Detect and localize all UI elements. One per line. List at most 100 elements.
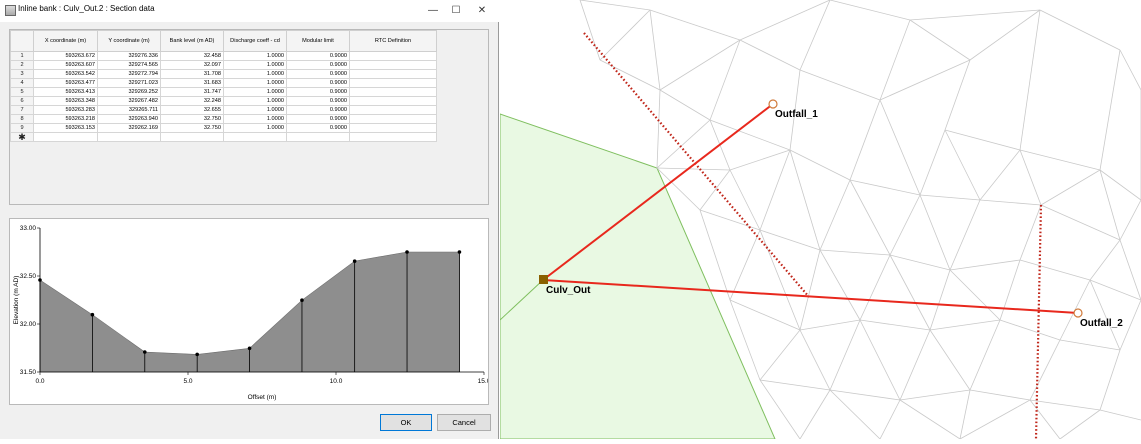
cell-rtc-definition[interactable] [349, 87, 437, 97]
outfall-1-node[interactable] [768, 99, 778, 109]
cell-rtc-definition[interactable] [349, 60, 437, 70]
row-number[interactable]: 8 [10, 114, 34, 124]
cell-discharge-coeff[interactable]: 1.0000 [223, 105, 287, 115]
empty-cell[interactable] [349, 132, 437, 142]
new-row-marker[interactable]: ✱ [10, 132, 34, 142]
close-icon[interactable]: ✕ [469, 0, 495, 20]
cell-x[interactable]: 593263.218 [33, 114, 98, 124]
cell-x[interactable]: 593263.413 [33, 87, 98, 97]
cell-y[interactable]: 329271.023 [97, 78, 161, 88]
new-row[interactable]: ✱ [10, 132, 437, 142]
cell-x[interactable]: 593263.477 [33, 78, 98, 88]
column-header-bank-level[interactable]: Bank level (m AD) [160, 30, 224, 52]
empty-cell[interactable] [33, 132, 98, 142]
cell-modular-limit[interactable]: 0.9000 [286, 51, 350, 61]
row-number[interactable]: 6 [10, 96, 34, 106]
row-number[interactable]: 7 [10, 105, 34, 115]
cell-x[interactable]: 593263.283 [33, 105, 98, 115]
cell-x[interactable]: 593263.542 [33, 69, 98, 79]
cell-discharge-coeff[interactable]: 1.0000 [223, 87, 287, 97]
cell-rtc-definition[interactable] [349, 78, 437, 88]
empty-cell[interactable] [160, 132, 224, 142]
table-row[interactable]: 4 593263.477 329271.023 31.683 1.0000 0.9000 [10, 78, 437, 88]
cell-modular-limit[interactable]: 0.9000 [286, 105, 350, 115]
column-header-y[interactable]: Y coordinate (m) [97, 30, 161, 52]
cell-bank-level[interactable]: 32.248 [160, 96, 224, 106]
cell-modular-limit[interactable]: 0.9000 [286, 60, 350, 70]
cell-y[interactable]: 329276.336 [97, 51, 161, 61]
cell-x[interactable]: 593263.672 [33, 51, 98, 61]
cell-x[interactable]: 593263.348 [33, 96, 98, 106]
cell-y[interactable]: 329265.711 [97, 105, 161, 115]
column-header-rtc-definition[interactable]: RTC Definition [349, 30, 437, 52]
row-number[interactable]: 1 [10, 51, 34, 61]
cell-bank-level[interactable]: 32.750 [160, 114, 224, 124]
column-header-x[interactable]: X coordinate (m) [33, 30, 98, 52]
mesh-edge [659, 39, 741, 91]
ok-button[interactable]: OK [380, 414, 432, 431]
cancel-button[interactable]: Cancel [437, 414, 491, 431]
cell-modular-limit[interactable]: 0.9000 [286, 78, 350, 88]
table-row[interactable]: 7 593263.283 329265.711 32.655 1.0000 0.9000 [10, 105, 437, 115]
maximize-icon[interactable]: ☐ [443, 0, 469, 20]
cell-discharge-coeff[interactable]: 1.0000 [223, 60, 287, 70]
cell-discharge-coeff[interactable]: 1.0000 [223, 96, 287, 106]
cell-y[interactable]: 329267.482 [97, 96, 161, 106]
cell-discharge-coeff[interactable]: 1.0000 [223, 114, 287, 124]
cell-rtc-definition[interactable] [349, 51, 437, 61]
row-header-corner[interactable] [10, 30, 34, 52]
column-header-modular-limit[interactable]: Modular limit [286, 30, 350, 52]
cell-bank-level[interactable]: 31.747 [160, 87, 224, 97]
empty-cell[interactable] [223, 132, 287, 142]
empty-cell[interactable] [97, 132, 161, 142]
dialog-title-bar[interactable]: Inline bank : Culv_Out.2 : Section data … [0, 0, 499, 22]
cell-x[interactable]: 593263.153 [33, 123, 98, 133]
outfall-2-node[interactable] [1073, 308, 1083, 318]
cell-modular-limit[interactable]: 0.9000 [286, 96, 350, 106]
cell-rtc-definition[interactable] [349, 69, 437, 79]
table-row[interactable]: 6 593263.348 329267.482 32.248 1.0000 0.9000 [10, 96, 437, 106]
culv-out-node[interactable] [539, 275, 548, 284]
cell-discharge-coeff[interactable]: 1.0000 [223, 69, 287, 79]
table-row[interactable]: 1 593263.672 329276.336 32.458 1.0000 0.9000 [10, 51, 437, 61]
cell-modular-limit[interactable]: 0.9000 [286, 114, 350, 124]
empty-cell[interactable] [286, 132, 350, 142]
section-data-grid[interactable]: X coordinate (m) Y coordinate (m) Bank l… [9, 29, 489, 205]
cell-bank-level[interactable]: 31.708 [160, 69, 224, 79]
cell-y[interactable]: 329269.252 [97, 87, 161, 97]
table-row[interactable]: 3 593263.542 329272.794 31.708 1.0000 0.9000 [10, 69, 437, 79]
cell-x[interactable]: 593263.607 [33, 60, 98, 70]
cell-y[interactable]: 329262.169 [97, 123, 161, 133]
cell-y[interactable]: 329263.940 [97, 114, 161, 124]
cell-modular-limit[interactable]: 0.9000 [286, 123, 350, 133]
network-map[interactable]: Culv_Out Outfall_1 Outfall_2 [499, 0, 1141, 440]
cell-rtc-definition[interactable] [349, 114, 437, 124]
cell-rtc-definition[interactable] [349, 105, 437, 115]
cell-bank-level[interactable]: 32.750 [160, 123, 224, 133]
cell-discharge-coeff[interactable]: 1.0000 [223, 123, 287, 133]
row-number[interactable]: 4 [10, 78, 34, 88]
table-row[interactable]: 5 593263.413 329269.252 31.747 1.0000 0.9000 [10, 87, 437, 97]
cell-modular-limit[interactable]: 0.9000 [286, 69, 350, 79]
column-header-discharge-coeff[interactable]: Discharge coeff - cd [223, 30, 287, 52]
cell-bank-level[interactable]: 32.458 [160, 51, 224, 61]
cell-modular-limit[interactable]: 0.9000 [286, 87, 350, 97]
row-number[interactable]: 2 [10, 60, 34, 70]
cell-y[interactable]: 329272.794 [97, 69, 161, 79]
row-number[interactable]: 5 [10, 87, 34, 97]
inline-bank-2[interactable] [1034, 204, 1043, 440]
table-row[interactable]: 2 593263.607 329274.565 32.097 1.0000 0.9000 [10, 60, 437, 70]
table-row[interactable]: 9 593263.153 329262.169 32.750 1.0000 0.9000 [10, 123, 437, 133]
row-number[interactable]: 3 [10, 69, 34, 79]
table-row[interactable]: 8 593263.218 329263.940 32.750 1.0000 0.9000 [10, 114, 437, 124]
cell-bank-level[interactable]: 32.655 [160, 105, 224, 115]
map-canvas[interactable]: Culv_Out Outfall_1 Outfall_2 [499, 0, 1141, 440]
cell-discharge-coeff[interactable]: 1.0000 [223, 78, 287, 88]
cell-bank-level[interactable]: 32.097 [160, 60, 224, 70]
cell-bank-level[interactable]: 31.683 [160, 78, 224, 88]
cell-discharge-coeff[interactable]: 1.0000 [223, 51, 287, 61]
cell-rtc-definition[interactable] [349, 96, 437, 106]
mesh-edge [969, 319, 1001, 391]
cell-rtc-definition[interactable] [349, 123, 437, 133]
cell-y[interactable]: 329274.565 [97, 60, 161, 70]
